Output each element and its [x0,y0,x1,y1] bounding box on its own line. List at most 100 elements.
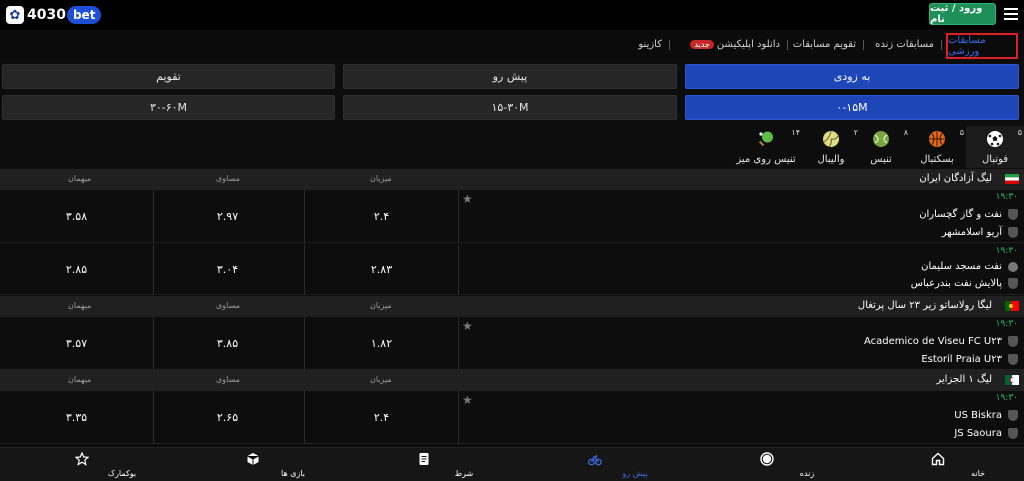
league-name: لیگ ۱ الجزایر [936,374,992,385]
nav-item-sports[interactable]: مسابقات ورزشی [946,33,1018,59]
odds-away[interactable]: ۲.۸۵ [0,244,154,295]
bottom-nav-home[interactable]: خانه [898,448,985,481]
bottom-nav-label: شرط [454,469,474,478]
away-team: آریو اسلامشهر [942,227,1018,238]
odds-home[interactable]: ۱.۸۲ [305,317,459,370]
away-team-name: آریو اسلامشهر [941,227,1002,238]
iran-flag-icon [1005,174,1019,184]
league-name: لیگ آزادگان ایران [919,173,992,184]
logo-mark-icon: ✿ [6,6,24,24]
odds-home[interactable]: ۲.۴ [305,190,459,243]
home-team-name: نفت و گاز گچساران [919,209,1002,220]
favorite-star-icon[interactable]: ★ [462,393,473,407]
home-team-name: نفت مسجد سلیمان [921,261,1002,272]
sport-label: فوتبال [981,154,1009,165]
portugal-flag-icon [1005,301,1019,311]
hamburger-menu-icon[interactable] [1004,8,1018,20]
match-row[interactable]: ۱۹:۳۰ نفت و گاز گچساران آریو اسلامشهر ★ … [0,190,1024,243]
sport-label: تنیس روی میز [736,154,796,165]
team-shield-icon [1008,209,1018,220]
nav-divider [941,40,942,50]
bottom-nav-upcoming[interactable]: پیش رو [555,448,648,481]
odds-away[interactable]: ۳.۵۷ [0,317,154,370]
nav-item-live[interactable]: مسابقات زنده [875,39,934,50]
nav-divider [669,40,670,50]
bottom-nav-label: بازی ها [281,469,305,478]
sport-count: ۲ [853,128,858,137]
login-register-button[interactable]: ورود / ثبت نام [929,3,996,25]
bottom-nav-games[interactable]: بازی ها [213,448,305,481]
match-row[interactable]: ۱۹:۳۰ US Biskra JS Saoura ★ ۳.۳۵ ۲.۶۵ ۲.… [0,391,1024,444]
home-team: US Biskra [954,410,1018,421]
match-row[interactable]: ۱۹:۳۰ نفت مسجد سلیمان پالایش نفت بندرعبا… [0,244,1024,295]
away-team: Estoril Praia U۲۳ [921,354,1018,365]
league-header[interactable]: میهمان مساوی میزبان لیگا رولاساتو زیر ۲۳… [0,296,1024,317]
bottom-nav-betslip[interactable]: شرط [384,448,473,481]
sport-label: تنیس [870,154,892,165]
sport-count: ۵ [1017,128,1022,137]
new-badge: جدید [690,40,714,49]
league-header[interactable]: میهمان مساوی میزبان لیگ ۱ الجزایر [0,370,1024,391]
site-logo[interactable]: ✿ 4030 bet [6,5,102,25]
filter-15-30m-button[interactable]: ۱۵-۳۰M [343,95,677,120]
upcoming-icon [588,454,602,466]
match-row[interactable]: ۱۹:۳۰ Academico de Viseu FC U۲۳ Estoril … [0,317,1024,370]
away-team-name: پالایش نفت بندرعباس [910,278,1002,289]
filter-30-60m-button[interactable]: ۳۰-۶۰M [2,95,335,120]
nav-item-download-app[interactable]: جدید دانلود اپلیکیشن [690,39,780,50]
football-icon [987,131,1003,147]
column-draw: مساوی [216,174,240,183]
sport-label: والیبال [817,154,845,165]
team-shield-icon [1008,336,1018,347]
league-name: لیگا رولاساتو زیر ۲۳ سال پرتغال [857,300,992,311]
sport-count: ۱۴ [791,128,800,137]
bottom-nav-bookmark[interactable]: بوکمارک [42,448,136,481]
match-time: ۱۹:۳۰ [995,393,1018,403]
sport-tab-tennis[interactable]: ۸ تنیس [852,126,910,168]
odds-away[interactable]: ۳.۵۸ [0,190,154,243]
away-team: JS Saoura [954,428,1018,439]
filter-0-15m-button[interactable]: ۰-۱۵M [685,95,1019,120]
nav-divider [787,40,788,50]
column-draw: مساوی [216,301,240,310]
sport-tab-football[interactable]: ۵ فوتبال [966,126,1024,168]
volleyball-icon [823,131,839,147]
league-header[interactable]: میهمان مساوی میزبان لیگ آزادگان ایران [0,169,1024,190]
column-home: میزبان [370,174,392,183]
sport-tab-table-tennis[interactable]: ۱۴ تنیس روی میز [730,126,802,168]
favorite-star-icon[interactable]: ★ [462,319,473,333]
filter-soon-button[interactable]: به زودی [685,64,1019,89]
top-header: ✿ 4030 bet ورود / ثبت نام [0,0,1024,30]
table-tennis-icon [758,131,774,147]
sport-count: ۸ [903,128,908,137]
odds-draw[interactable]: ۳.۸۵ [151,317,305,370]
tennis-icon [873,131,889,147]
home-team-name: Academico de Viseu FC U۲۳ [863,336,1002,347]
bottom-nav-label: خانه [971,469,985,478]
odds-away[interactable]: ۳.۳۵ [0,391,154,444]
team-shield-icon [1008,354,1018,365]
basketball-icon [929,131,945,147]
column-home: میزبان [370,301,392,310]
favorite-star-icon[interactable]: ★ [462,192,473,206]
odds-draw[interactable]: ۳.۰۴ [151,244,305,295]
odds-draw[interactable]: ۲.۹۷ [151,190,305,243]
team-shield-icon [1008,278,1018,289]
away-team: پالایش نفت بندرعباس [911,278,1018,289]
team-ball-icon [1008,261,1018,272]
filter-upcoming-button[interactable]: پیش رو [343,64,677,89]
odds-home[interactable]: ۲.۴ [305,391,459,444]
nav-item-calendar[interactable]: تقویم مسابقات [793,39,856,50]
bookmark-icon [75,452,89,466]
column-away: میهمان [68,375,92,384]
odds-home[interactable]: ۲.۸۳ [305,244,459,295]
odds-draw[interactable]: ۲.۶۵ [151,391,305,444]
sport-count: ۵ [959,128,964,137]
home-icon [931,452,945,466]
sport-tab-basketball[interactable]: ۵ بسکتبال [908,126,966,168]
sport-tab-volleyball[interactable]: ۲ والیبال [802,126,860,168]
filter-calendar-button[interactable]: تقویم [2,64,335,89]
bottom-nav-label: زنده [799,469,815,478]
nav-item-casino[interactable]: کازینو [638,39,662,50]
bottom-nav-live[interactable]: زنده [727,448,814,481]
